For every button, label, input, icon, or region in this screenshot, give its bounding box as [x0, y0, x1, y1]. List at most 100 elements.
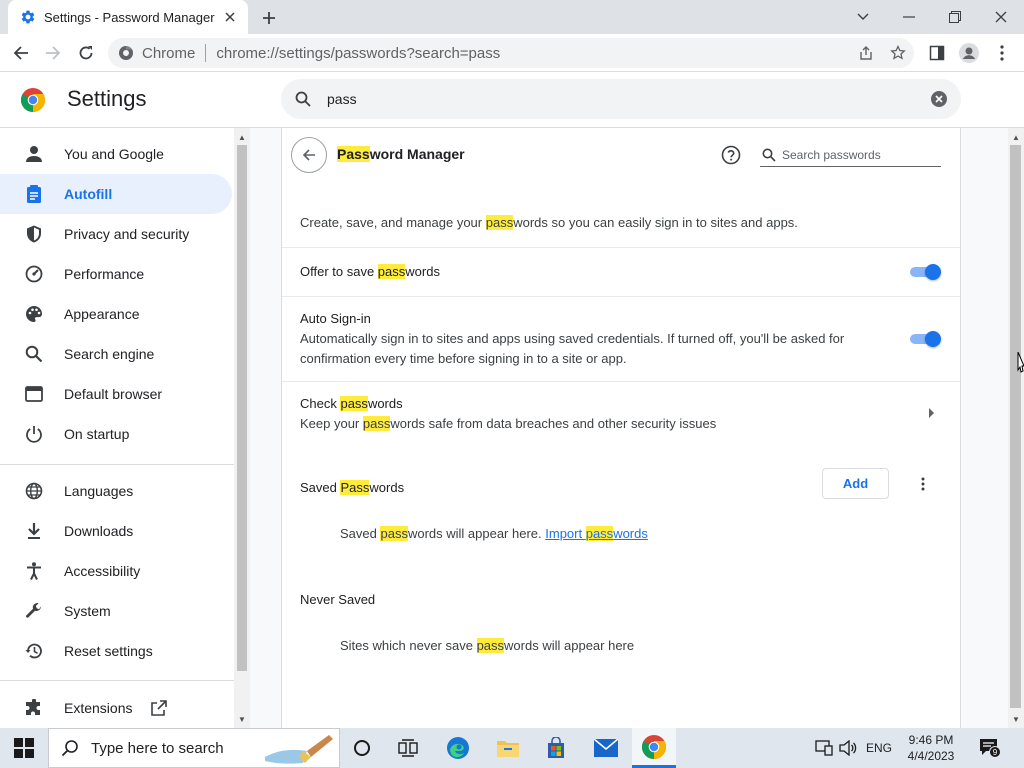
- settings-search-input[interactable]: pass: [327, 91, 929, 107]
- chevron-right-icon[interactable]: [924, 406, 938, 420]
- chrome-logo-icon: [21, 88, 45, 112]
- history-icon: [24, 641, 44, 661]
- tab-search-chevron-icon[interactable]: [840, 0, 886, 34]
- restore-button[interactable]: [932, 0, 978, 34]
- sidebar-item-privacy-and-security[interactable]: Privacy and security: [0, 214, 232, 254]
- profile-avatar-icon[interactable]: [956, 41, 982, 65]
- sidebar-item-label: Accessibility: [64, 563, 141, 579]
- volume-icon[interactable]: [838, 738, 858, 758]
- scroll-up-arrow-icon[interactable]: ▲: [234, 130, 250, 144]
- sidebar-item-label: Reset settings: [64, 643, 153, 659]
- sidebar-item-extensions[interactable]: Extensions: [0, 688, 232, 728]
- auto-signin-toggle[interactable]: [910, 331, 942, 347]
- sidebar-item-on-startup[interactable]: On startup: [0, 414, 232, 454]
- mail-icon[interactable]: [584, 728, 628, 768]
- settings-sidebar: You and Google Autofill Privacy and secu…: [0, 128, 234, 728]
- import-passwords-link[interactable]: Import passwords: [545, 526, 648, 541]
- edge-browser-icon[interactable]: [436, 728, 480, 768]
- new-tab-button[interactable]: [258, 7, 280, 29]
- close-window-button[interactable]: [978, 0, 1024, 34]
- check-passwords-title: Check passwords: [300, 396, 403, 411]
- system-clock[interactable]: 9:46 PM 4/4/2023: [900, 732, 962, 764]
- cortana-circle-icon[interactable]: [340, 728, 384, 768]
- scroll-down-arrow-icon[interactable]: ▼: [1008, 712, 1024, 726]
- settings-header: Settings pass: [0, 72, 1024, 128]
- sidebar-item-label: Default browser: [64, 386, 163, 402]
- notification-center-icon[interactable]: 9: [978, 738, 1002, 758]
- back-arrow-icon: [302, 149, 315, 161]
- site-info-icon[interactable]: [118, 45, 134, 61]
- shield-icon: [24, 224, 44, 244]
- sidebar-item-appearance[interactable]: Appearance: [0, 294, 232, 334]
- scroll-down-arrow-icon[interactable]: ▼: [234, 712, 250, 726]
- sidebar-item-accessibility[interactable]: Accessibility: [0, 551, 232, 591]
- sidebar-item-label: Performance: [64, 266, 145, 282]
- side-panel-icon[interactable]: [924, 41, 950, 65]
- palette-icon: [24, 304, 44, 324]
- settings-search-bar[interactable]: pass: [281, 79, 961, 119]
- more-options-icon[interactable]: [914, 474, 932, 494]
- scroll-up-arrow-icon[interactable]: ▲: [1008, 130, 1024, 144]
- browser-tab[interactable]: Settings - Password Manager: [8, 0, 248, 34]
- windows-start-icon[interactable]: [6, 728, 42, 768]
- sidebar-item-autofill[interactable]: Autofill: [0, 174, 232, 214]
- row-divider: [282, 247, 960, 248]
- file-explorer-icon[interactable]: [486, 728, 530, 768]
- minimize-button[interactable]: [886, 0, 932, 34]
- offer-to-save-label: Offer to save passwords: [300, 264, 440, 279]
- sidebar-scrollbar-thumb[interactable]: [237, 145, 247, 671]
- notification-badge: 9: [993, 748, 998, 757]
- saved-passwords-heading: Saved Passwords: [300, 480, 405, 495]
- sidebar-item-label: You and Google: [64, 146, 164, 162]
- forward-arrow-icon[interactable]: [40, 41, 66, 65]
- address-bar[interactable]: Chrome chrome://settings/passwords?searc…: [108, 38, 914, 68]
- sidebar-item-default-browser[interactable]: Default browser: [0, 374, 232, 414]
- open-in-new-icon[interactable]: [150, 699, 168, 717]
- sidebar-item-system[interactable]: System: [0, 591, 232, 631]
- help-icon[interactable]: [720, 144, 742, 166]
- accessibility-icon: [24, 561, 44, 581]
- taskbar-search-box[interactable]: Type here to search: [48, 728, 340, 768]
- search-icon: [293, 89, 313, 109]
- search-icon: [762, 148, 776, 162]
- add-password-button[interactable]: Add: [822, 468, 889, 499]
- search-highlight-paintbrush-icon: [265, 735, 333, 764]
- sidebar-item-label: Search engine: [64, 346, 155, 362]
- sidebar-item-label: On startup: [64, 426, 130, 442]
- search-passwords-field[interactable]: [760, 143, 941, 167]
- sidebar-item-performance[interactable]: Performance: [0, 254, 232, 294]
- language-indicator[interactable]: ENG: [866, 741, 892, 755]
- saved-passwords-empty-message: Saved passwords will appear here. Import…: [340, 526, 648, 541]
- reload-icon[interactable]: [73, 41, 99, 65]
- sidebar-item-reset-settings[interactable]: Reset settings: [0, 631, 232, 671]
- back-button[interactable]: [291, 137, 327, 173]
- password-manager-title: Password Manager: [337, 146, 465, 162]
- url-text[interactable]: chrome://settings/passwords?search=pass: [216, 45, 500, 62]
- auto-signin-description-line1: Automatically sign in to sites and apps …: [300, 331, 845, 346]
- share-icon[interactable]: [854, 41, 878, 65]
- check-passwords-description: Keep your passwords safe from data breac…: [300, 416, 717, 431]
- omnibox-separator: [205, 44, 207, 62]
- chrome-taskbar-icon[interactable]: [632, 728, 676, 768]
- tablet-mode-icon[interactable]: [814, 738, 834, 758]
- person-icon: [24, 144, 44, 164]
- offer-to-save-toggle[interactable]: [910, 264, 942, 280]
- back-arrow-icon[interactable]: [8, 41, 34, 65]
- sidebar-item-downloads[interactable]: Downloads: [0, 511, 232, 551]
- microsoft-store-icon[interactable]: [534, 728, 578, 768]
- bookmark-star-icon[interactable]: [886, 41, 910, 65]
- task-view-icon[interactable]: [386, 728, 430, 768]
- password-manager-description: Create, save, and manage your passwords …: [300, 215, 798, 230]
- clear-search-icon[interactable]: [929, 89, 949, 109]
- search-passwords-input[interactable]: [782, 147, 941, 162]
- main-scrollbar-thumb[interactable]: [1010, 145, 1021, 708]
- close-tab-icon[interactable]: [222, 9, 238, 25]
- sidebar-item-languages[interactable]: Languages: [0, 471, 232, 511]
- power-icon: [24, 424, 44, 444]
- menu-dots-icon[interactable]: [989, 41, 1015, 65]
- globe-icon: [24, 481, 44, 501]
- row-divider: [282, 296, 960, 297]
- sidebar-item-search-engine[interactable]: Search engine: [0, 334, 232, 374]
- sidebar-item-you-and-google[interactable]: You and Google: [0, 134, 232, 174]
- omnibox-chip: Chrome: [142, 44, 196, 62]
